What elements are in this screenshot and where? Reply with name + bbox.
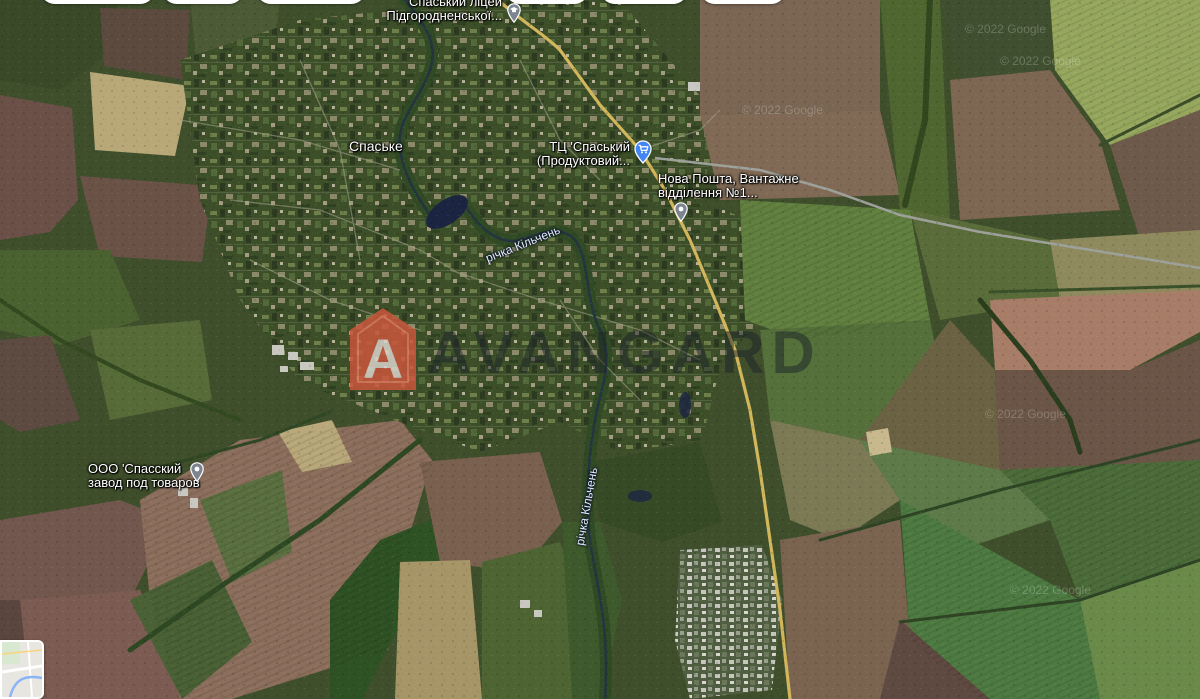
map-pin-icon[interactable] <box>190 462 204 482</box>
house-logo-icon: A <box>350 308 416 390</box>
place-label-line: відділення №1... <box>658 185 758 200</box>
filter-chip[interactable] <box>40 0 155 4</box>
filter-chip[interactable] <box>162 0 244 4</box>
place-label-mall[interactable]: ТЦ 'Спаський (Продуктовий... <box>537 140 630 168</box>
filter-chip[interactable] <box>256 0 366 4</box>
place-label-village[interactable]: Спаське <box>349 139 403 154</box>
place-label-post-office[interactable]: Нова Пошта, Вантажне відділення №1... <box>658 172 799 200</box>
filter-chip[interactable] <box>700 0 786 4</box>
watermark-text: AVANGARD <box>428 319 822 386</box>
place-label-line: (Продуктовий... <box>536 153 630 168</box>
place-label-lyceum[interactable]: Спаський ліцей Підгородненської... <box>386 0 502 23</box>
filter-chip[interactable] <box>600 0 688 4</box>
copyright-text: © 2022 Google <box>1010 583 1091 597</box>
map-pin-icon[interactable] <box>674 202 688 222</box>
place-label-line: ТЦ 'Спаський <box>549 139 630 154</box>
copyright-text: © 2022 Google <box>742 103 823 117</box>
copyright-text: © 2022 Google <box>965 22 1046 36</box>
place-label-line: Підгородненської... <box>386 8 502 23</box>
copyright-text: © 2022 Google <box>985 407 1066 421</box>
watermark-logo-letter: A <box>363 327 403 390</box>
map-canvas[interactable]: A AVANGARD © 2022 Google © 2022 Google ©… <box>0 0 1200 699</box>
place-label-line: ООО 'Спасский <box>88 461 182 476</box>
place-label-line: Нова Пошта, Вантажне <box>658 171 799 186</box>
layers-button[interactable] <box>0 640 44 699</box>
layers-thumbnail-icon <box>2 642 42 697</box>
copyright-text: © 2022 Google <box>1000 54 1081 68</box>
shopping-cart-pin-icon[interactable] <box>634 140 652 164</box>
place-label-line: завод под товаров <box>88 475 200 490</box>
school-pin-icon[interactable] <box>507 3 521 23</box>
place-label-factory[interactable]: ООО 'Спасский завод под товаров <box>88 462 200 490</box>
